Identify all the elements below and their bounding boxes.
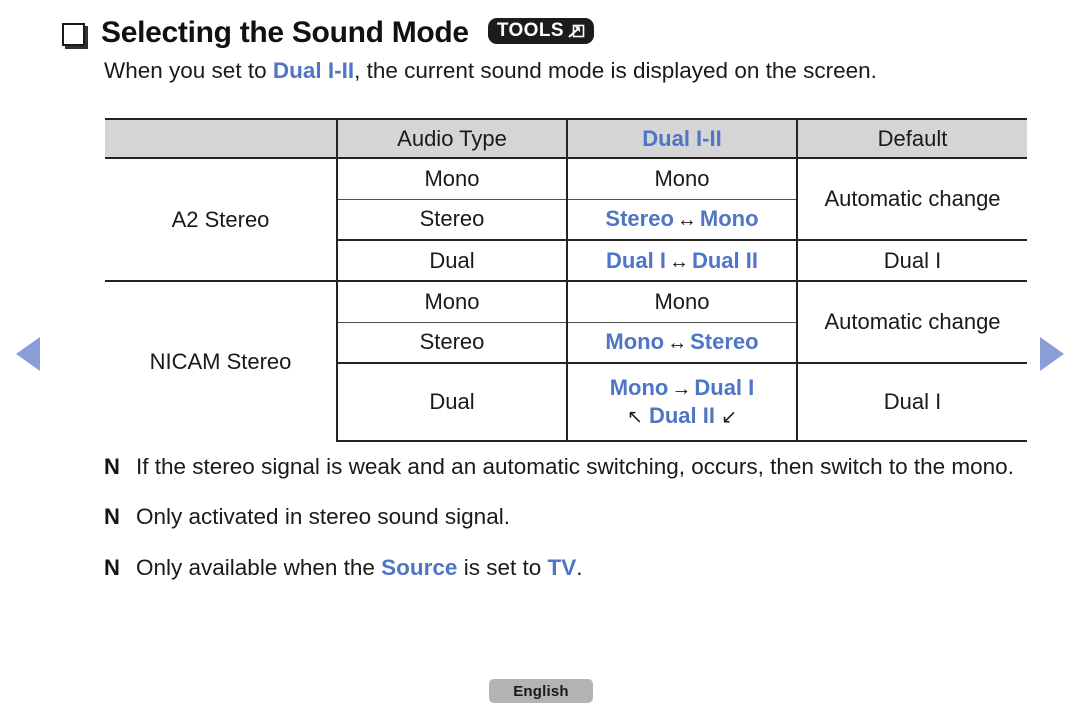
intro-highlight: Dual I-II bbox=[272, 58, 355, 83]
note-item: N Only activated in stereo sound signal. bbox=[104, 502, 1034, 532]
note-highlight-tv: TV bbox=[547, 554, 577, 580]
note-marker-icon: N bbox=[104, 454, 120, 479]
audio-type-cell: Mono bbox=[336, 280, 567, 322]
note-middle: is set to bbox=[457, 554, 548, 580]
dual-mode-part-b: Dual II bbox=[691, 247, 758, 273]
audio-type-cell: Dual bbox=[336, 239, 567, 281]
intro-text: When you set to Dual I-II, the current s… bbox=[104, 58, 877, 84]
audio-type-cell: Dual bbox=[336, 362, 567, 442]
dual-mode-cell: Stereo ↔ Mono bbox=[566, 198, 797, 240]
page-header: Selecting the Sound Mode TOOLS bbox=[62, 16, 594, 50]
triangle-right-icon[interactable] bbox=[1040, 337, 1064, 371]
dual-mode-cell: Mono bbox=[566, 280, 797, 322]
note-item: N Only available when the Source is set … bbox=[104, 553, 1034, 583]
cycle-to: Dual I bbox=[694, 375, 755, 401]
notes-list: N If the stereo signal is weak and an au… bbox=[104, 452, 1034, 603]
intro-after: , the current sound mode is displayed on… bbox=[354, 58, 877, 83]
audio-type-cell: Stereo bbox=[336, 198, 567, 240]
double-arrow-icon: ↔ bbox=[667, 332, 688, 355]
right-arrow-icon: → bbox=[671, 378, 692, 401]
note-marker-icon: N bbox=[104, 554, 120, 580]
arrow-down-left-icon: ↙ bbox=[721, 407, 738, 429]
double-arrow-icon: ↔ bbox=[668, 250, 689, 273]
default-cell: Dual I bbox=[796, 362, 1027, 442]
default-cell: Automatic change bbox=[796, 280, 1027, 363]
audio-type-cell: Stereo bbox=[336, 321, 567, 363]
triangle-left-icon[interactable] bbox=[16, 337, 40, 371]
cycle-line-2: ↖ Dual II ↙ bbox=[568, 402, 796, 430]
dual-mode-part-b: Stereo bbox=[690, 329, 759, 355]
default-cell: Automatic change bbox=[796, 158, 1027, 240]
audio-type-cell: Mono bbox=[336, 158, 567, 199]
header-dual: Dual I-II bbox=[566, 118, 797, 159]
note-suffix: . bbox=[576, 554, 583, 580]
dual-mode-part-a: Dual I bbox=[606, 247, 666, 273]
group-label-nicam: NICAM Stereo bbox=[105, 280, 337, 441]
default-cell: Dual I bbox=[796, 239, 1027, 281]
language-chip: English bbox=[489, 679, 593, 703]
header-audio-type: Audio Type bbox=[336, 118, 567, 159]
dual-mode-part-b: Mono bbox=[699, 206, 759, 232]
double-arrow-icon: ↔ bbox=[676, 209, 697, 232]
note-text: Only available when the Source is set to… bbox=[136, 553, 583, 583]
dual-mode-cell: Mono bbox=[566, 158, 797, 199]
dual-mode-cycle: Mono → Dual I ↖ Dual II ↙ bbox=[568, 374, 796, 430]
intro-before: When you set to bbox=[104, 58, 273, 83]
sound-mode-table: Audio Type Dual I-II Default A2 Stereo M… bbox=[105, 118, 1027, 442]
cycle-line-1: Mono → Dual I bbox=[568, 374, 796, 402]
note-highlight-source: Source bbox=[381, 554, 458, 580]
header-default: Default bbox=[796, 118, 1027, 159]
arrow-into-box-icon bbox=[567, 22, 585, 40]
tools-badge-label: TOOLS bbox=[496, 20, 564, 41]
checkbox-icon bbox=[62, 22, 85, 46]
arrow-up-left-icon: ↖ bbox=[626, 407, 643, 429]
tools-badge[interactable]: TOOLS bbox=[487, 18, 594, 44]
note-text: If the stereo signal is weak and an auto… bbox=[136, 454, 1014, 479]
language-label: English bbox=[513, 682, 569, 700]
table-row: A2 Stereo Mono Mono Automatic change bbox=[105, 158, 1027, 240]
group-label-a2: A2 Stereo bbox=[171, 206, 270, 232]
note-text: Only activated in stereo sound signal. bbox=[136, 504, 510, 530]
dual-mode-cell: Mono ↔ Stereo bbox=[566, 321, 797, 363]
dual-mode-part-a: Stereo bbox=[605, 206, 674, 232]
dual-mode-cycle-cell: Mono → Dual I ↖ Dual II ↙ bbox=[566, 362, 797, 442]
note-marker-icon: N bbox=[104, 504, 120, 530]
dual-mode-cell: Dual I ↔ Dual II bbox=[566, 239, 797, 281]
dual-mode-part-a: Mono bbox=[605, 329, 665, 355]
header-col1 bbox=[105, 118, 337, 159]
page-title: Selecting the Sound Mode bbox=[101, 16, 469, 49]
cycle-from: Mono bbox=[609, 375, 669, 401]
note-item: N If the stereo signal is weak and an au… bbox=[104, 452, 1034, 482]
note-prefix: Only available when the bbox=[136, 554, 382, 580]
table-header-row: Audio Type Dual I-II Default bbox=[105, 118, 1027, 159]
cycle-third: Dual II bbox=[648, 403, 715, 429]
table-row: NICAM Stereo Mono Mono Automatic change bbox=[105, 280, 1027, 441]
